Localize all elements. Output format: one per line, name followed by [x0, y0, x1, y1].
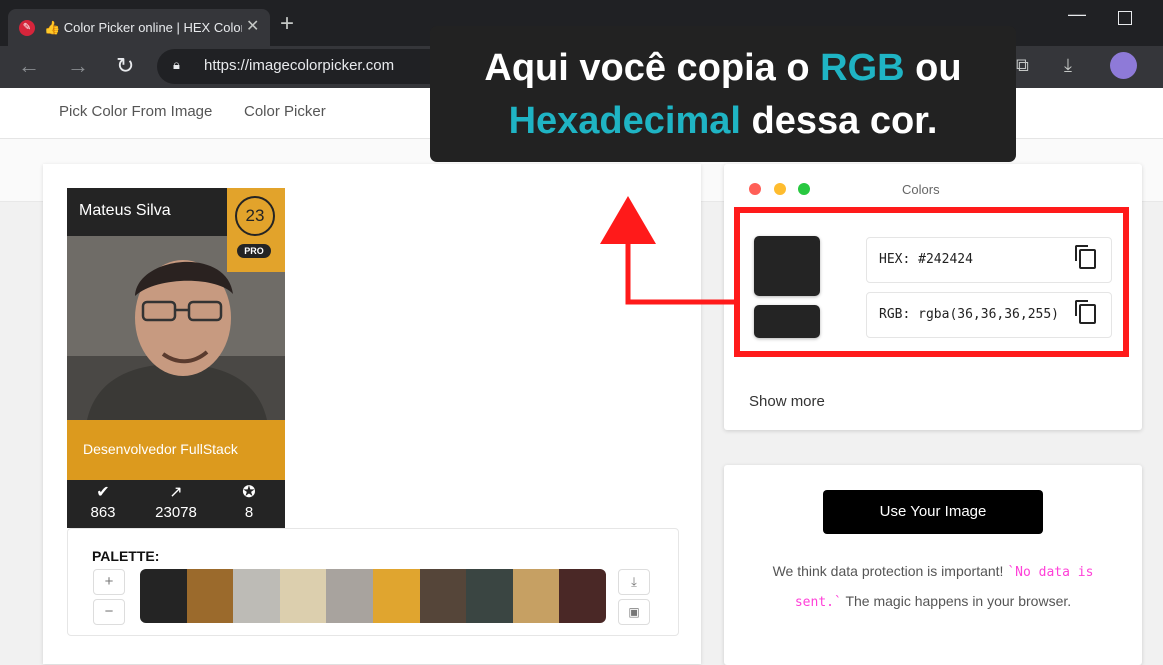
palette-swatch[interactable] — [326, 569, 373, 623]
stat-value: 8 — [244, 504, 254, 521]
nav-color-picker[interactable]: Color Picker — [244, 103, 326, 120]
arrow-head — [600, 196, 656, 244]
nav-pick-from-image[interactable]: Pick Color From Image — [59, 103, 212, 120]
add-color-button[interactable]: + — [93, 569, 125, 595]
tab-title: 👍 Color Picker online | HEX Color Picker — [44, 20, 242, 35]
upload-panel: Use Your Image We think data protection … — [724, 465, 1142, 665]
maximize-dot-icon — [798, 183, 810, 195]
maximize-window-icon[interactable] — [1118, 11, 1132, 25]
download-icon[interactable]: ⤓ — [1064, 55, 1072, 76]
palette-box: PALETTE: + − ⤓ ▣ — [67, 528, 679, 636]
use-your-image-button[interactable]: Use Your Image — [823, 490, 1043, 534]
privacy-text: We think data protection is important! — [772, 563, 1008, 579]
callout-highlight-rgb: RGB — [820, 47, 905, 89]
stat-badges: ✪ 8 — [213, 484, 285, 524]
arrow-line — [625, 236, 734, 305]
palette-swatch[interactable] — [419, 569, 467, 623]
lock-icon: 🔒︎ — [173, 57, 180, 72]
card-name: Mateus Silva — [79, 202, 171, 219]
reload-icon[interactable]: ↻ — [116, 54, 134, 78]
show-more-link[interactable]: Show more — [749, 393, 825, 410]
stat-value: 863 — [90, 504, 116, 521]
callout-text: dessa cor. — [740, 100, 938, 142]
annotation-arrow — [600, 196, 734, 305]
browser-tab[interactable]: ✎ 👍 Color Picker online | HEX Color Pick… — [8, 9, 270, 46]
close-dot-icon — [749, 183, 761, 195]
palette-swatch[interactable] — [512, 569, 560, 623]
extensions-icon[interactable]: ⧉ — [1016, 55, 1029, 76]
callout-line-1: Aqui você copia o RGB ou — [430, 44, 1016, 92]
check-circle-icon: ✔ — [96, 484, 110, 501]
palette-swatches — [140, 569, 606, 623]
palette-swatch[interactable] — [186, 569, 234, 623]
star-badge-icon: ✪ — [242, 484, 256, 501]
palette-swatch[interactable] — [233, 569, 280, 623]
url-text: https://imagecolorpicker.com — [204, 57, 395, 74]
callout-line-2: Hexadecimal dessa cor. — [430, 97, 1016, 145]
callout-text: Aqui você copia o — [484, 47, 821, 89]
palette-swatch[interactable] — [559, 569, 606, 623]
palette-swatch[interactable] — [466, 569, 513, 623]
palette-label: PALETTE: — [92, 548, 160, 564]
remove-color-button[interactable]: − — [93, 599, 125, 625]
eyedropper-favicon-icon: ✎ — [19, 20, 35, 36]
callout-text: ou — [904, 47, 962, 89]
uploaded-image[interactable]: Mateus Silva 23 PRO Desenvolvedor FullSt… — [67, 188, 285, 528]
close-tab-icon[interactable]: ✕ — [246, 18, 259, 36]
callout-box: Aqui você copia o RGB ou Hexadecimal des… — [430, 26, 1016, 162]
privacy-note: We think data protection is important! `… — [772, 557, 1094, 617]
palette-swatch[interactable] — [140, 569, 187, 623]
new-tab-icon[interactable]: + — [280, 12, 294, 36]
callout-highlight-hex: Hexadecimal — [508, 100, 741, 142]
minimize-window-icon[interactable]: — — [1068, 4, 1086, 25]
highlight-rectangle — [734, 207, 1129, 357]
back-arrow-icon[interactable]: ← — [18, 54, 40, 78]
profile-avatar[interactable] — [1110, 52, 1137, 79]
trending-up-icon: ↗ — [169, 484, 183, 501]
minimize-dot-icon — [774, 183, 786, 195]
stat-xp: ↗ 23078 — [140, 484, 212, 524]
colors-title: Colors — [902, 182, 940, 197]
card-role: Desenvolvedor FullStack — [83, 441, 238, 457]
card-stats: ✔ 863 ↗ 23078 ✪ 8 — [67, 480, 285, 528]
level-number: 23 — [235, 196, 275, 236]
stat-completed: ✔ 863 — [67, 484, 139, 524]
stat-value: 23078 — [155, 504, 197, 521]
forward-arrow-icon[interactable]: → — [67, 54, 89, 78]
pro-badge: PRO — [237, 244, 271, 258]
palette-swatch[interactable] — [372, 569, 420, 623]
role-bar: Desenvolvedor FullStack — [67, 420, 285, 480]
level-badge: 23 PRO — [227, 188, 285, 272]
privacy-text-end: The magic happens in your browser. — [841, 593, 1072, 609]
save-palette-icon[interactable]: ▣ — [618, 599, 650, 625]
palette-swatch[interactable] — [279, 569, 327, 623]
download-palette-icon[interactable]: ⤓ — [618, 569, 650, 595]
